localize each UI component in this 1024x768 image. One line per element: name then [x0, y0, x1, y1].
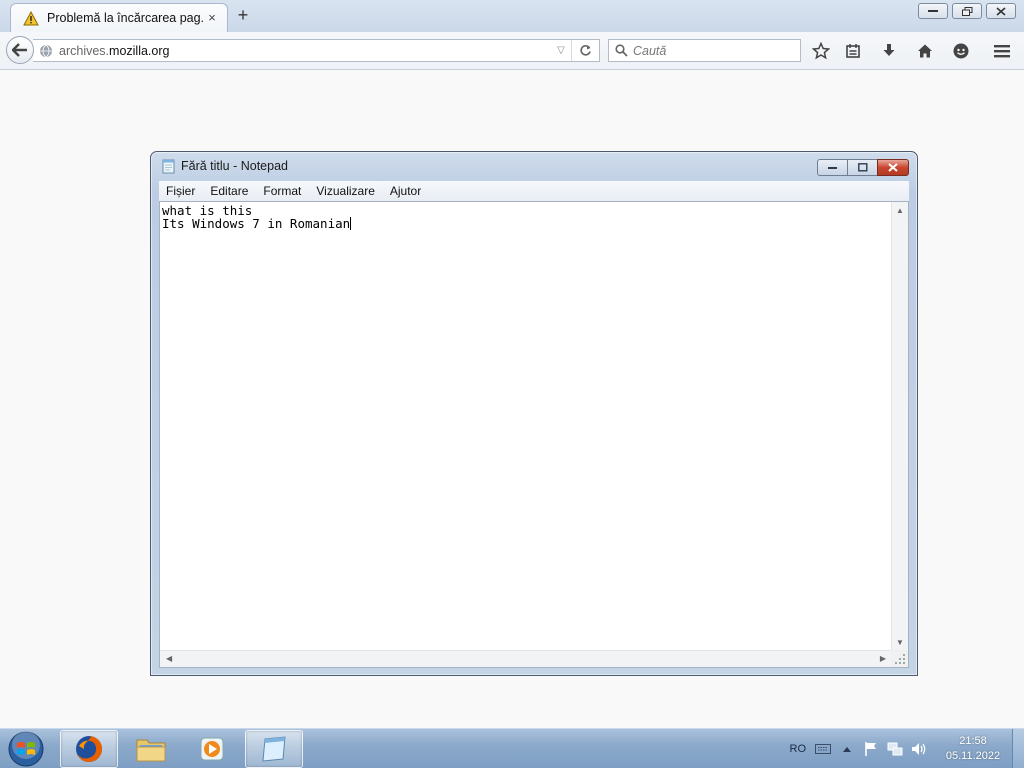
- menu-edit[interactable]: Editare: [209, 184, 249, 198]
- scroll-up-icon[interactable]: ▲: [896, 206, 904, 215]
- tab-title: Problemă la încărcarea pag...: [47, 11, 205, 25]
- home-icon[interactable]: [915, 41, 935, 61]
- taskbar-firefox[interactable]: [60, 730, 118, 768]
- browser-tab[interactable]: Problemă la încărcarea pag... ×: [10, 3, 228, 32]
- taskbar: RO 21:58 05.11.2022: [0, 728, 1024, 768]
- notepad-text[interactable]: what is this Its Windows 7 in Romanian: [162, 204, 352, 231]
- clock-time: 21:58: [959, 735, 987, 747]
- notepad-title: Fără titlu - Notepad: [181, 159, 288, 173]
- clock[interactable]: 21:58 05.11.2022: [934, 734, 1012, 764]
- keyboard-icon[interactable]: [814, 740, 832, 758]
- warning-icon: [23, 10, 39, 26]
- search-icon: [615, 44, 628, 57]
- clock-date: 05.11.2022: [945, 750, 1001, 762]
- notepad-text-area[interactable]: what is this Its Windows 7 in Romanian ▲…: [159, 201, 909, 668]
- new-tab-button[interactable]: +: [234, 6, 252, 24]
- url-domain: mozilla.org: [109, 43, 170, 58]
- notepad-maximize-button[interactable]: [847, 159, 877, 176]
- browser-titlebar: Problemă la încărcarea pag... × +: [0, 0, 1024, 32]
- action-center-flag-icon[interactable]: [862, 740, 880, 758]
- firefox-icon: [76, 736, 102, 762]
- horizontal-scrollbar[interactable]: ◀ ▶: [160, 650, 892, 667]
- text-line-2: Its Windows 7 in Romanian: [162, 216, 351, 231]
- taskbar-explorer[interactable]: [122, 730, 180, 768]
- search-input[interactable]: Caută: [608, 39, 801, 62]
- system-tray: RO 21:58 05.11.2022: [790, 729, 1024, 768]
- browser-window-controls: [918, 3, 1016, 19]
- start-button[interactable]: [4, 731, 48, 767]
- globe-icon: [40, 44, 52, 58]
- menu-view[interactable]: Vizualizare: [315, 184, 375, 198]
- url-bar[interactable]: archives.mozilla.org ▽: [33, 39, 600, 62]
- media-player-icon: [200, 737, 224, 761]
- menu-hamburger-icon[interactable]: [992, 41, 1012, 61]
- url-prefix: archives.: [59, 43, 110, 58]
- notepad-titlebar[interactable]: Fără titlu - Notepad: [151, 152, 917, 180]
- scroll-down-icon[interactable]: ▼: [896, 638, 904, 647]
- volume-icon[interactable]: [910, 740, 928, 758]
- taskbar-media-player[interactable]: [183, 730, 241, 768]
- scroll-left-icon[interactable]: ◀: [166, 654, 172, 663]
- back-arrow-icon: [12, 43, 27, 57]
- show-desktop-button[interactable]: [1012, 729, 1024, 768]
- back-button[interactable]: [6, 36, 34, 64]
- scroll-right-icon[interactable]: ▶: [880, 654, 886, 663]
- folder-icon: [136, 739, 166, 762]
- notepad-window: Fără titlu - Notepad Fișier Editare Form…: [150, 151, 918, 676]
- notepad-minimize-button[interactable]: [817, 159, 847, 176]
- resize-grip[interactable]: [891, 650, 908, 667]
- taskbar-notepad[interactable]: [245, 730, 303, 768]
- menu-file[interactable]: Fișier: [165, 184, 196, 198]
- notepad-menubar: Fișier Editare Format Vizualizare Ajutor: [159, 181, 909, 201]
- vertical-scrollbar[interactable]: ▲ ▼: [891, 202, 908, 651]
- network-icon[interactable]: [886, 740, 904, 758]
- browser-navbar: archives.mozilla.org ▽ Caută: [0, 32, 1024, 70]
- minimize-button[interactable]: [918, 3, 948, 19]
- bookmark-star-icon[interactable]: [811, 41, 831, 61]
- hello-chat-icon[interactable]: [951, 41, 971, 61]
- tab-close-icon[interactable]: ×: [205, 11, 219, 25]
- search-placeholder: Caută: [633, 43, 667, 58]
- download-icon[interactable]: [879, 41, 899, 61]
- url-text: archives.mozilla.org: [59, 44, 551, 58]
- close-button[interactable]: [986, 3, 1016, 19]
- reading-list-icon[interactable]: [843, 41, 863, 61]
- reload-icon[interactable]: [571, 40, 599, 61]
- language-indicator[interactable]: RO: [790, 743, 807, 755]
- notepad-taskbar-icon: [262, 736, 286, 762]
- menu-help[interactable]: Ajutor: [389, 184, 422, 198]
- history-dropdown-icon[interactable]: ▽: [551, 45, 571, 56]
- show-hidden-icons-icon[interactable]: [838, 740, 856, 758]
- notepad-icon: [162, 159, 175, 173]
- notepad-close-button[interactable]: [877, 159, 909, 176]
- menu-format[interactable]: Format: [262, 184, 302, 198]
- text-caret: [350, 217, 352, 230]
- restore-button[interactable]: [952, 3, 982, 19]
- windows-logo-icon: [8, 731, 44, 767]
- notepad-window-controls: [817, 159, 909, 176]
